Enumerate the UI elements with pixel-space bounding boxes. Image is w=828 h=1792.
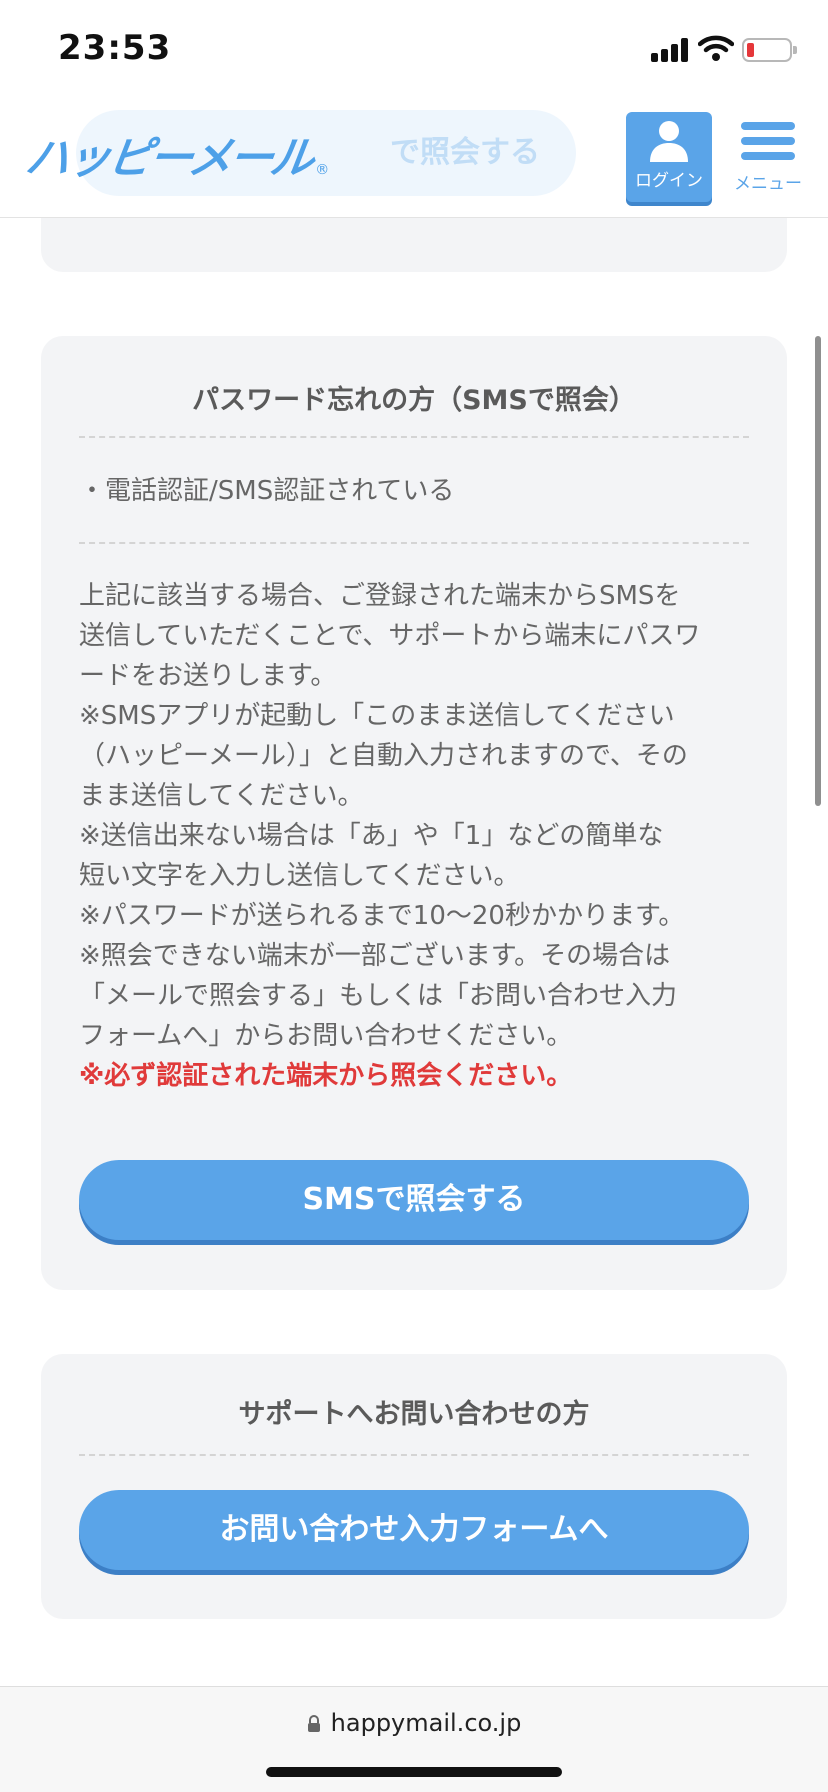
url-text: happymail.co.jp bbox=[330, 1709, 522, 1737]
sms-inquiry-button[interactable]: SMSで照会する bbox=[79, 1160, 749, 1240]
lock-icon bbox=[307, 1715, 320, 1732]
divider bbox=[79, 436, 749, 438]
divider bbox=[79, 1454, 749, 1456]
hamburger-icon-bar bbox=[741, 152, 795, 160]
login-label: ログイン bbox=[635, 171, 703, 191]
divider bbox=[79, 542, 749, 544]
menu-button[interactable]: メニュー bbox=[734, 122, 802, 202]
sms-condition: ・電話認証/SMS認証されている bbox=[79, 476, 455, 506]
login-button[interactable]: ログイン bbox=[626, 112, 712, 202]
description-line: ※照会できない端末が一部ございます。その場合は bbox=[79, 941, 671, 971]
support-section-title: サポートへお問い合わせの方 bbox=[238, 1399, 590, 1430]
logo-registered-mark: ® bbox=[315, 162, 330, 178]
description-line: 上記に該当する場合、ご登録された端末からSMSを bbox=[79, 581, 681, 611]
inquiry-form-button[interactable]: お問い合わせ入力フォームへ bbox=[79, 1490, 749, 1570]
sms-inquiry-card: パスワード忘れの方（SMSで照会） ・電話認証/SMS認証されている 上記に該当… bbox=[41, 336, 787, 1290]
screen: 23:53 で照会する ハッピーメール ® ログイン メニュー パスワード忘れの… bbox=[0, 0, 828, 1792]
description-line: ※送信出来ない場合は「あ」や「1」などの簡単な bbox=[79, 821, 664, 851]
user-icon bbox=[650, 121, 688, 162]
sms-description: 上記に該当する場合、ご登録された端末からSMSを 送信していただくことで、サポー… bbox=[79, 576, 759, 1096]
description-line: 短い文字を入力し送信してください。 bbox=[79, 861, 520, 891]
sms-warning: ※必ず認証された端末から照会ください。 bbox=[79, 1061, 573, 1091]
status-time: 23:53 bbox=[58, 28, 172, 68]
battery-icon bbox=[742, 38, 797, 62]
logo-text: ハッピーメール bbox=[22, 133, 315, 184]
browser-address-bar[interactable]: happymail.co.jp bbox=[0, 1686, 828, 1792]
sms-section-title: パスワード忘れの方（SMSで照会） bbox=[192, 385, 636, 416]
description-line: ※SMSアプリが起動し「このまま送信してください bbox=[79, 701, 675, 731]
url-display[interactable]: happymail.co.jp bbox=[0, 1709, 828, 1737]
description-line: 送信していただくことで、サポートから端末にパスワ bbox=[79, 621, 701, 651]
description-line: （ハッピーメール）」と自動入力されますので、その bbox=[79, 741, 688, 771]
description-line: まま送信してください。 bbox=[79, 781, 364, 811]
description-line: 「メールで照会する」もしくは「お問い合わせ入力 bbox=[79, 981, 678, 1011]
hamburger-icon bbox=[741, 122, 795, 130]
page-scrollbar[interactable] bbox=[815, 336, 821, 806]
wifi-icon bbox=[698, 35, 734, 61]
support-inquiry-card: サポートへお問い合わせの方 お問い合わせ入力フォームへ bbox=[41, 1354, 787, 1619]
home-indicator[interactable] bbox=[266, 1767, 562, 1777]
menu-label: メニュー bbox=[734, 174, 802, 194]
hamburger-icon-bar bbox=[741, 137, 795, 145]
cellular-signal-icon bbox=[651, 38, 691, 62]
site-header: で照会する ハッピーメール ® ログイン メニュー bbox=[0, 98, 828, 218]
battery-level bbox=[747, 43, 754, 57]
happymail-logo[interactable]: ハッピーメール ® bbox=[22, 133, 330, 184]
status-bar: 23:53 bbox=[0, 0, 828, 98]
description-line: フォームへ」からお問い合わせください。 bbox=[79, 1021, 573, 1051]
description-line: ードをお送りします。 bbox=[79, 661, 337, 691]
description-line: ※パスワードが送られるまで10〜20秒かかります。 bbox=[79, 901, 685, 931]
